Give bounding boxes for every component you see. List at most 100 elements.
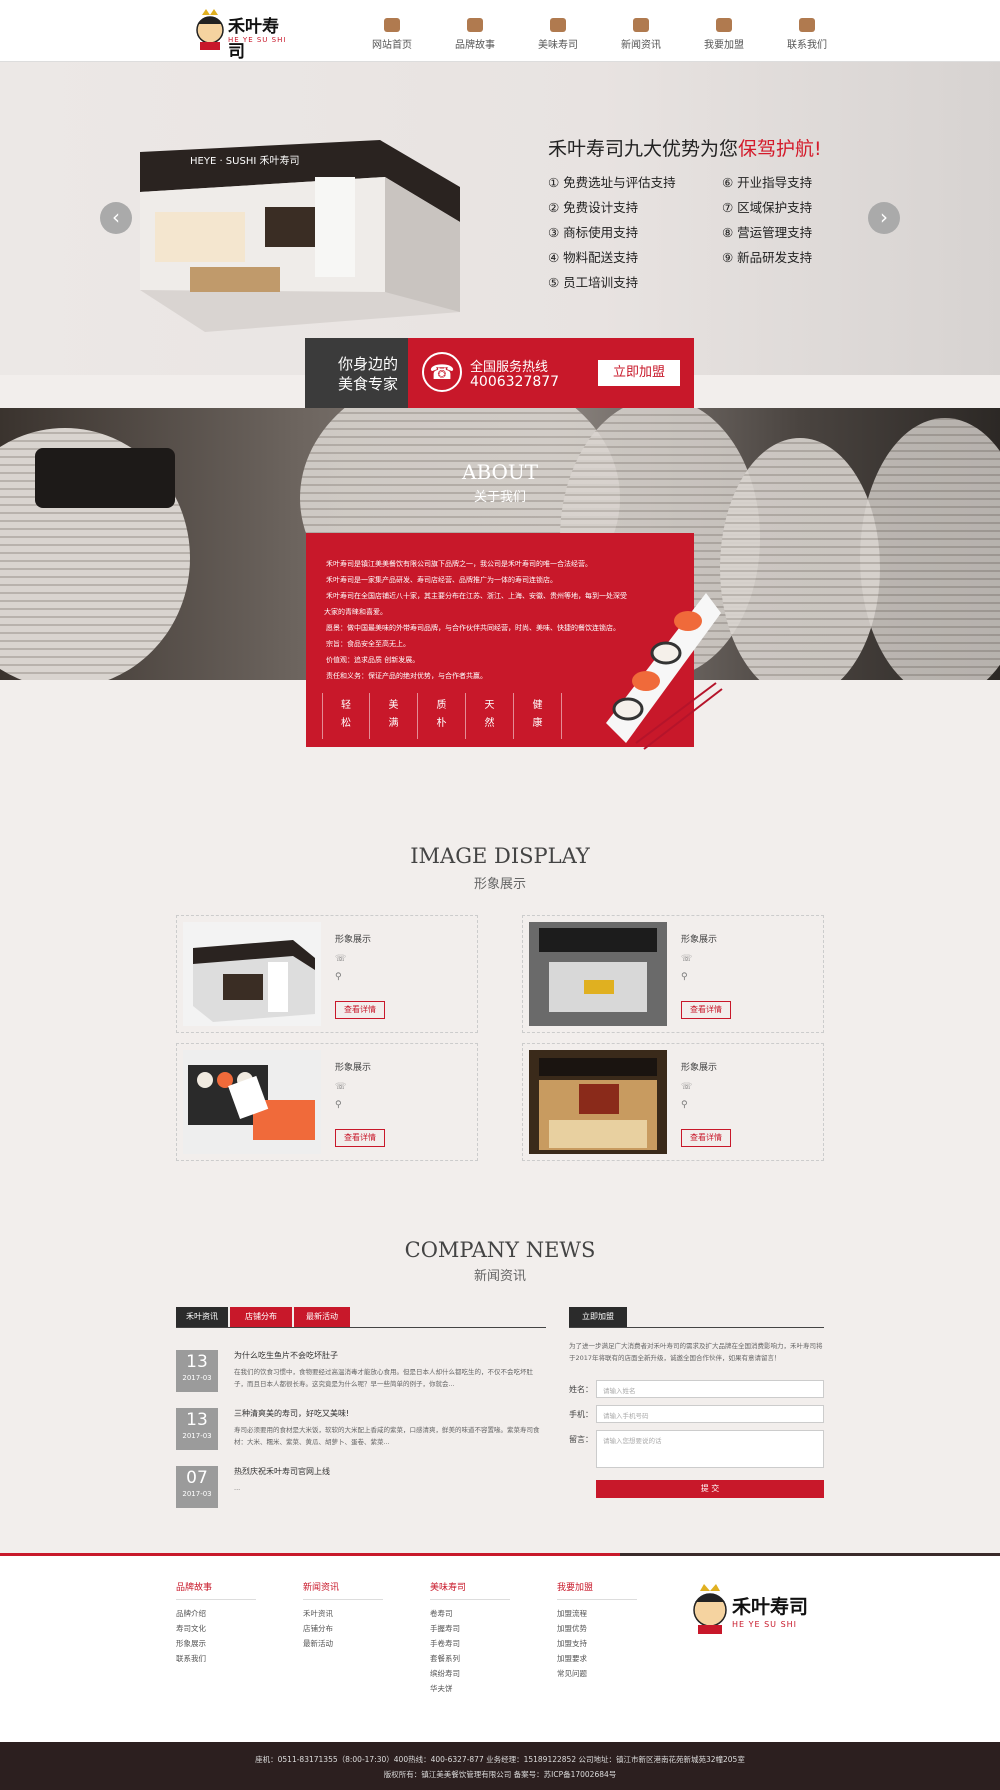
image-display-title-cn: 形象展示 [473,877,526,892]
tab-join[interactable]: 立即加盟 [569,1307,627,1327]
footer-link[interactable]: 缤纷寿司 [430,1666,510,1681]
view-details-button[interactable]: 查看详情 [681,1129,731,1147]
tab-events[interactable]: 最新活动 [294,1307,350,1327]
nav-item-0[interactable]: 网站首页 [350,18,434,51]
join-now-button[interactable]: 立即加盟 [598,360,680,386]
phone-icon: ☏ [681,1082,693,1092]
footer-link[interactable]: 常见问题 [557,1666,637,1681]
footer-link[interactable]: 手卷寿司 [430,1636,510,1651]
nav-label: 美味寿司 [538,40,578,51]
footer-link[interactable]: 形象展示 [176,1636,256,1651]
view-details-button[interactable]: 查看详情 [681,1001,731,1019]
news-item[interactable]: 07 2017-03 热烈庆祝禾叶寿司官网上线... [176,1466,546,1514]
message-textarea[interactable]: 请输入您想要说的话 [596,1430,824,1468]
news-title-en: COMPANY NEWS [404,1238,596,1262]
nav-item-1[interactable]: 品牌故事 [433,18,517,51]
value-char: 朴 [436,718,447,729]
footer-column: 美味寿司卷寿司 手握寿司 手卷寿司 套餐系列 缤纷寿司 华夫饼 [430,1580,510,1696]
footer-logo-text: 禾叶寿司 [732,1596,809,1618]
display-card-image[interactable] [529,922,667,1026]
display-card-image[interactable] [529,1050,667,1154]
carousel-next-button[interactable]: › [868,202,900,234]
value-char: 美 [388,700,399,711]
nav-item-4[interactable]: 我要加盟 [682,18,766,51]
name-input[interactable]: 请输入姓名 [596,1380,824,1398]
news-day: 07 [186,1468,208,1488]
advantage-item: ③ 商标使用支持 [548,225,639,240]
footer-link[interactable]: 加盟优势 [557,1621,637,1636]
nav-item-2[interactable]: 美味寿司 [516,18,600,51]
footer-column-heading[interactable]: 美味寿司 [430,1580,510,1600]
about-title-cn: 关于我们 [474,490,527,505]
footer-link[interactable]: 品牌介绍 [176,1606,256,1621]
nav-item-3[interactable]: 新闻资讯 [599,18,683,51]
footer-link[interactable]: 卷寿司 [430,1606,510,1621]
contact-icon [799,18,815,32]
location-pin-icon: ⚲ [681,1100,688,1110]
about-line: 禾叶寿司是镇江美美餐饮有限公司旗下品牌之一，我公司是禾叶寿司的唯一合法经营。 [326,560,592,568]
footer-link[interactable]: 手握寿司 [430,1621,510,1636]
carousel-prev-button[interactable]: ‹ [100,202,132,234]
name-label: 姓名： [569,1385,593,1394]
submit-button[interactable]: 提 交 [596,1480,824,1498]
phone-icon: ☏ [681,954,693,964]
footer-logo[interactable]: 禾叶寿司 HE YE SU SHI [690,1580,810,1640]
footer-link[interactable]: 店铺分布 [303,1621,383,1636]
image-display-title-en: IMAGE DISPLAY [410,844,590,868]
display-card: 形象展示 ☏ ⚲ 查看详情 [176,1043,478,1161]
footer-column: 品牌故事品牌介绍 寿司文化 形象展示 联系我们 [176,1580,256,1666]
news-title[interactable]: 三种清爽美的寿司，好吃又美味! [234,1408,349,1419]
nav-label: 品牌故事 [455,40,495,51]
footer-link[interactable]: 加盟支持 [557,1636,637,1651]
phone-input[interactable]: 请输入手机号码 [596,1405,824,1423]
footer-link[interactable]: 加盟流程 [557,1606,637,1621]
value-char: 质 [436,700,447,711]
display-card-image[interactable] [183,922,321,1026]
news-excerpt: ... [234,1484,241,1492]
footer-link[interactable]: 寿司文化 [176,1621,256,1636]
news-item[interactable]: 13 2017-03 为什么吃生鱼片不会吃坏肚子 在我们的饮食习惯中，食物要经过高温消… [176,1350,546,1398]
nav-item-5[interactable]: 联系我们 [765,18,849,51]
news-yearmonth: 2017-03 [182,1490,212,1498]
phone-icon: ☎ [422,352,462,392]
display-card-image[interactable] [183,1050,321,1154]
advantage-item: ⑨ 新品研发支持 [722,250,813,265]
value-char: 松 [341,718,351,729]
footer-column-heading[interactable]: 品牌故事 [176,1580,256,1600]
footer-column-heading[interactable]: 新闻资讯 [303,1580,383,1600]
display-card: 形象展示 ☏ ⚲ 查看详情 [522,915,824,1033]
tab-stores[interactable]: 店铺分布 [230,1307,292,1327]
view-details-button[interactable]: 查看详情 [335,1001,385,1019]
footer-link[interactable]: 联系我们 [176,1651,256,1666]
advantage-item: ⑤ 员工培训支持 [548,275,639,290]
contact-line: 座机：0511-83171355（8:00-17:30）400热线：400-63… [255,1755,745,1764]
location-pin-icon: ⚲ [681,972,688,982]
footer-link[interactable]: 最新活动 [303,1636,383,1651]
news-icon [633,18,649,32]
about-line: 宗旨：食品安全至高无上。 [326,640,410,648]
value-char: 天 [484,700,495,711]
news-title[interactable]: 热烈庆祝禾叶寿司官网上线 [234,1466,330,1477]
news-title[interactable]: 为什么吃生鱼片不会吃坏肚子 [234,1350,338,1361]
news-title-cn: 新闻资讯 [473,1269,526,1284]
footer-link[interactable]: 华夫饼 [430,1681,510,1696]
view-details-button[interactable]: 查看详情 [335,1129,385,1147]
footer-link[interactable]: 套餐系列 [430,1651,510,1666]
news-item[interactable]: 13 2017-03 三种清爽美的寿司，好吃又美味! 寿司必须要用的食材是大米饭，软软… [176,1408,546,1456]
message-label: 留言： [569,1435,593,1444]
footer-column-heading[interactable]: 我要加盟 [557,1580,637,1600]
footer-link[interactable]: 禾叶资讯 [303,1606,383,1621]
value-item: 美满 [370,693,418,739]
chevron-right-icon: › [880,205,888,229]
booth-sign: HEYE · SUSHI 禾叶寿司 [190,156,300,167]
about-line: 责任和义务：保证产品的绝对优势，与合作者共赢。 [326,672,487,680]
hero-banner: ‹ › HEYE · SUSHI 禾叶寿司 禾叶寿司九大优势为您保驾护航! ① … [0,62,1000,375]
tab-news[interactable]: 禾叶资讯 [176,1307,228,1327]
footer-link[interactable]: 加盟要求 [557,1651,637,1666]
brand-logo[interactable]: 禾叶寿司 HE YE SU SHI [194,6,294,62]
about-line: 愿景：做中国最美味的外带寿司品牌，与合作伙伴共同经营，时尚、美味、快捷的餐饮连锁… [326,624,620,632]
phone-icon: ☏ [335,954,347,964]
advantage-item: ⑥ 开业指导支持 [722,175,813,190]
hotline-label: 全国服务热线 [470,360,549,375]
news-yearmonth: 2017-03 [182,1374,212,1382]
